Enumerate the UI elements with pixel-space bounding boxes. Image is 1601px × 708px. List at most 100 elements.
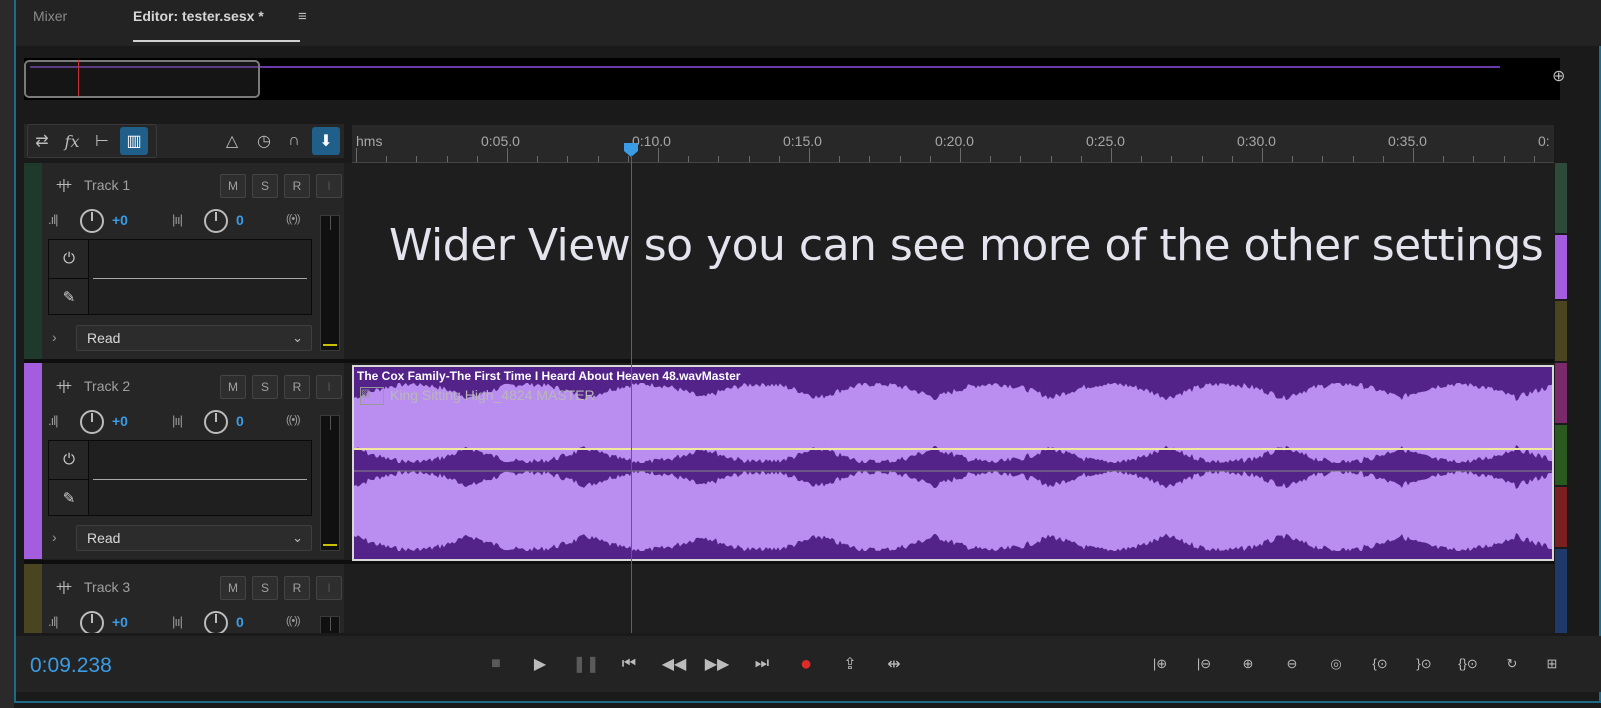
ruler-tick <box>1201 156 1203 162</box>
fast-forward-icon[interactable]: ▶▶ <box>702 650 732 678</box>
track-name[interactable]: Track 3 <box>84 579 130 595</box>
clip-fx-icon: ▨ <box>360 387 384 405</box>
expand-chevron-icon[interactable]: › <box>52 529 57 545</box>
stop-icon[interactable]: ■ <box>481 650 511 678</box>
time-ruler[interactable]: hms 0:05.0 0:10.0 0:15.0 0:20.0 0:25.0 0… <box>352 125 1554 163</box>
ruler-label: 0:25.0 <box>1086 133 1125 149</box>
skip-to-start-icon[interactable]: ⏮ <box>614 650 644 678</box>
volume-knob[interactable] <box>80 410 104 434</box>
track-color-strip <box>24 564 42 633</box>
zoom-tracks-icon[interactable]: ⊞ <box>1536 650 1568 678</box>
ruler-tick <box>658 148 659 162</box>
input-monitor-button[interactable]: I <box>316 375 342 399</box>
stereo-icon: ((•)) <box>286 213 300 225</box>
current-time-display[interactable]: 0:09.238 <box>30 654 112 678</box>
mute-button[interactable]: M <box>220 576 246 600</box>
waveform-channel <box>354 471 1552 551</box>
mute-button[interactable]: M <box>220 174 246 198</box>
pan-knob[interactable] <box>204 209 228 233</box>
overview-visible-range-handle[interactable] <box>24 60 260 98</box>
marker-icon[interactable]: ⬇ <box>312 127 340 155</box>
record-arm-button[interactable]: R <box>284 174 310 198</box>
solo-button[interactable]: S <box>252 174 278 198</box>
volume-icon: .ıl| <box>48 212 58 227</box>
track-name[interactable]: Track 1 <box>84 177 130 193</box>
input-monitor-button[interactable]: I <box>316 576 342 600</box>
pencil-icon[interactable]: ✎ <box>59 489 79 509</box>
pause-icon[interactable]: ❚❚ <box>571 650 601 678</box>
skip-selection-icon[interactable]: ⇹ <box>879 650 909 678</box>
play-icon[interactable]: ▶ <box>525 650 555 678</box>
record-arm-button[interactable]: R <box>284 375 310 399</box>
headphones-icon[interactable]: ∩ <box>280 127 308 155</box>
fx-icon[interactable]: fx <box>58 127 86 155</box>
input-monitor-button[interactable]: I <box>316 174 342 198</box>
pan-value[interactable]: 0 <box>236 413 244 429</box>
volume-value[interactable]: +0 <box>112 212 128 228</box>
audio-clip[interactable]: The Cox Family-The First Time I Heard Ab… <box>352 365 1554 561</box>
solo-button[interactable]: S <box>252 576 278 600</box>
ruler-tick <box>1262 148 1263 162</box>
volume-value[interactable]: +0 <box>112 614 128 630</box>
zoom-selection-icon[interactable]: {}⊙ <box>1452 650 1484 678</box>
active-tab-underline <box>133 40 300 42</box>
tab-mixer[interactable]: Mixer <box>33 8 67 24</box>
volume-icon: .ıl| <box>48 413 58 428</box>
record-icon[interactable]: ● <box>791 650 821 678</box>
automation-mode-select[interactable]: Read ⌄ <box>76 325 312 351</box>
timer-icon[interactable]: ◷ <box>250 127 278 155</box>
ruler-tick <box>960 148 961 162</box>
metronome-icon[interactable]: △ <box>218 127 246 155</box>
zoom-in-time-icon[interactable]: ⊕ <box>1232 650 1264 678</box>
ruler-tick <box>1413 148 1414 162</box>
zoom-navigator[interactable] <box>24 58 1560 100</box>
ruler-tick <box>446 156 448 162</box>
ruler-label: 0:20.0 <box>935 133 974 149</box>
pan-icon: |ıı| <box>172 413 183 428</box>
pencil-icon[interactable]: ✎ <box>59 288 79 308</box>
volume-knob[interactable] <box>80 611 104 633</box>
pan-knob[interactable] <box>204 611 228 633</box>
eq-icon[interactable]: ▥ <box>120 127 148 155</box>
zoom-navigator-icon[interactable]: ⊕ <box>1552 66 1572 90</box>
track-name[interactable]: Track 2 <box>84 378 130 394</box>
zoom-out-point-icon[interactable]: }⊙ <box>1408 650 1440 678</box>
zoom-full-icon[interactable]: ◎ <box>1320 650 1352 678</box>
send-icon[interactable]: ⊢ <box>88 127 116 155</box>
ruler-tick <box>416 156 418 162</box>
record-arm-button[interactable]: R <box>284 576 310 600</box>
power-icon[interactable]: ⏻ <box>59 250 79 270</box>
level-meter <box>320 215 340 351</box>
zoom-in-point-icon[interactable]: {⊙ <box>1364 650 1396 678</box>
ruler-tick <box>718 156 720 162</box>
tab-editor[interactable]: Editor: tester.sesx * <box>133 8 264 24</box>
pan-knob[interactable] <box>204 410 228 434</box>
skip-to-end-icon[interactable]: ⏭ <box>747 650 777 678</box>
volume-value[interactable]: +0 <box>112 413 128 429</box>
expand-chevron-icon[interactable]: › <box>52 329 57 345</box>
zoom-out-time-icon[interactable]: ⊖ <box>1276 650 1308 678</box>
zoom-in-amplitude-icon[interactable]: |⊕ <box>1144 650 1176 678</box>
ruler-tick <box>1382 156 1384 162</box>
right-scroll-strip[interactable] <box>1555 163 1567 633</box>
zoom-reset-icon[interactable]: ↻ <box>1496 650 1528 678</box>
loop-icon[interactable]: ⇪ <box>835 650 865 678</box>
rewind-icon[interactable]: ◀◀ <box>659 650 689 678</box>
ruler-label: hms <box>356 133 383 149</box>
overview-playhead <box>78 60 79 96</box>
volume-knob[interactable] <box>80 209 104 233</box>
pan-value[interactable]: 0 <box>236 614 244 630</box>
switch-icon[interactable]: ⇄ <box>28 127 56 155</box>
track-color-strip <box>24 163 42 359</box>
ruler-tick <box>1322 156 1324 162</box>
ruler-tick <box>507 148 508 162</box>
hamburger-icon[interactable]: ≡ <box>298 8 307 25</box>
automation-mode-select[interactable]: Read ⌄ <box>76 525 312 551</box>
power-icon[interactable]: ⏻ <box>59 451 79 471</box>
mute-button[interactable]: M <box>220 375 246 399</box>
ruler-tick <box>356 148 357 162</box>
pan-value[interactable]: 0 <box>236 212 244 228</box>
ruler-tick <box>1503 156 1505 162</box>
solo-button[interactable]: S <box>252 375 278 399</box>
zoom-out-amplitude-icon[interactable]: |⊖ <box>1188 650 1220 678</box>
